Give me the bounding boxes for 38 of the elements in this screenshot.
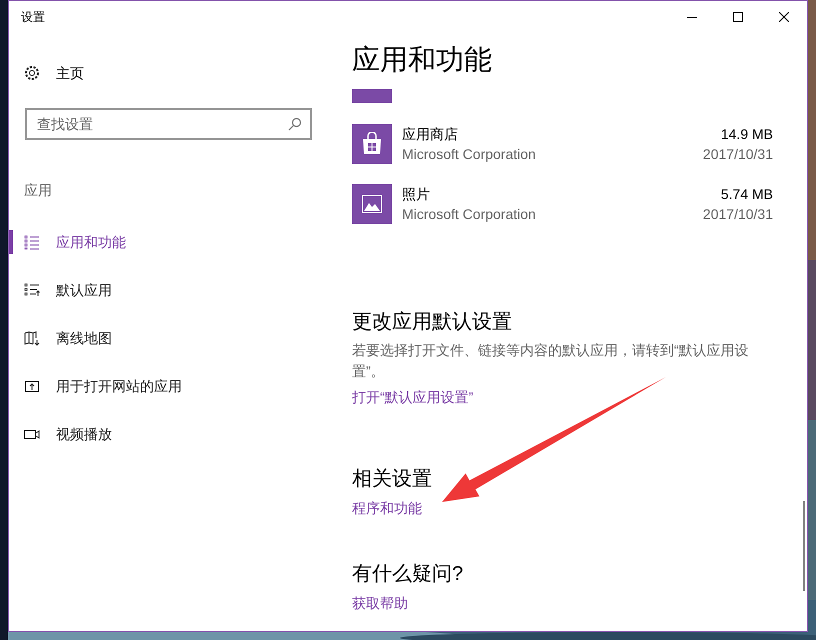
map-icon <box>24 330 40 346</box>
settings-link[interactable]: 程序和功能 <box>352 497 422 519</box>
install-date: 2017/10/31 <box>702 205 773 224</box>
window-title: 设置 <box>21 9 45 26</box>
nav-item[interactable]: 用于打开网站的应用 <box>9 362 345 410</box>
search-field[interactable]: 查找设置 <box>25 108 312 140</box>
section-heading: 有什么疑问? <box>352 562 464 587</box>
page-title: 应用和功能 <box>352 46 492 74</box>
settings-link[interactable]: 获取帮助 <box>352 592 408 614</box>
list-icon <box>24 234 40 250</box>
app-publisher: Microsoft Corporation <box>402 145 536 164</box>
home-label: 主页 <box>56 64 84 82</box>
app-icon <box>352 89 392 103</box>
minimize-icon <box>687 16 697 18</box>
nav-item[interactable]: 默认应用 <box>9 266 345 314</box>
app-size: 14.9 MB <box>720 125 773 144</box>
nav-item[interactable]: 离线地图 <box>9 314 345 362</box>
list-icon <box>24 282 40 298</box>
nav-item[interactable]: 视频播放 <box>9 410 345 458</box>
settings-icon <box>24 65 40 81</box>
home-link[interactable]: 主页 <box>9 61 345 85</box>
section-description: 若要选择打开文件、链接等内容的默认应用，请转到“默认应用设置”。 <box>352 341 750 381</box>
app-publisher: Microsoft Corporation <box>402 205 536 224</box>
photos-app-icon <box>352 184 392 224</box>
section-heading: 相关设置 <box>352 467 432 492</box>
app-name: 应用商店 <box>402 125 459 144</box>
install-date: 2017/10/31 <box>702 145 773 164</box>
close-icon <box>779 12 789 22</box>
store-app-icon <box>352 124 392 164</box>
nav-item[interactable]: 应用和功能 <box>9 218 345 266</box>
section-heading: 更改应用默认设置 <box>352 310 512 335</box>
section-label: 应用 <box>24 180 52 200</box>
settings-link[interactable]: 打开“默认应用设置” <box>352 386 474 408</box>
search-icon <box>288 117 302 131</box>
app-name: 照片 <box>402 185 431 204</box>
maximize-icon <box>733 12 743 22</box>
scrollbar[interactable] <box>803 501 805 591</box>
app-size: 5.74 MB <box>720 185 773 204</box>
